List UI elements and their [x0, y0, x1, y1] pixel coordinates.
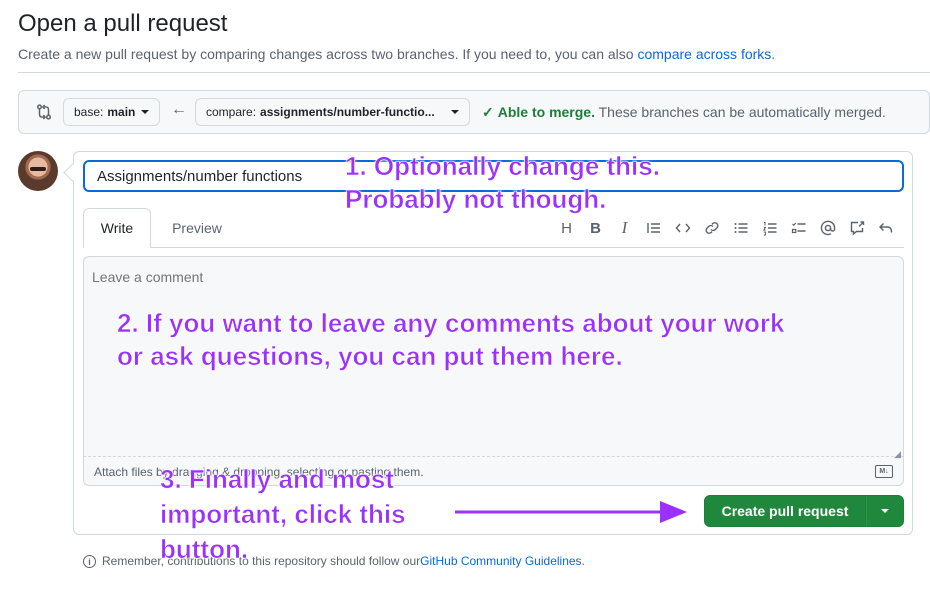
task-list-icon[interactable]: [784, 217, 813, 239]
divider: [18, 72, 930, 73]
chevron-down-icon: [451, 110, 459, 114]
page-title: Open a pull request: [18, 10, 228, 37]
italic-icon[interactable]: I: [610, 217, 639, 239]
compare-icon: [36, 104, 52, 120]
compare-branch-name: assignments/number-functio...: [260, 105, 435, 119]
annotation-3-line2: important, click this: [160, 499, 406, 530]
annotation-1: 1. Optionally change this. Probably not …: [345, 150, 661, 216]
community-guidelines-link[interactable]: GitHub Community Guidelines: [420, 554, 581, 568]
compare-label: compare:: [206, 105, 257, 119]
mention-icon[interactable]: [813, 217, 842, 239]
annotation-1-line2: Probably not though.: [345, 184, 607, 215]
check-icon: ✓: [482, 104, 494, 120]
code-icon[interactable]: [668, 217, 697, 239]
ordered-list-icon[interactable]: [755, 217, 784, 239]
merge-status: ✓ Able to merge. These branches can be au…: [482, 104, 886, 121]
heading-icon[interactable]: H: [552, 217, 581, 239]
tab-write[interactable]: Write: [83, 208, 151, 248]
info-icon: i: [83, 554, 96, 568]
subtitle-text: Create a new pull request by comparing c…: [18, 46, 638, 62]
create-options-dropdown[interactable]: [866, 495, 904, 527]
annotation-arrow-icon: [455, 501, 687, 523]
link-icon[interactable]: [697, 217, 726, 239]
subtitle-suffix: .: [771, 46, 776, 62]
markdown-toolbar: H B I: [552, 217, 900, 239]
base-label: base:: [74, 105, 104, 119]
annotation-3: 3. Finally and most important, click thi…: [160, 462, 406, 567]
resize-handle-icon[interactable]: ◢: [894, 449, 901, 460]
annotation-2-line1: 2. If you want to leave any comments abo…: [117, 308, 785, 339]
reference-icon[interactable]: [842, 217, 871, 239]
annotation-1-line1: 1. Optionally change this.: [345, 151, 661, 182]
undo-icon[interactable]: [871, 217, 900, 239]
base-branch-select[interactable]: base: main: [63, 98, 161, 126]
annotation-2: 2. If you want to leave any comments abo…: [117, 307, 785, 373]
chevron-down-icon: [141, 110, 150, 114]
quote-icon[interactable]: [639, 217, 668, 239]
arrow-left-icon: ←: [171, 101, 187, 118]
markdown-icon[interactable]: M↓: [875, 465, 893, 478]
create-pull-request-button[interactable]: Create pull request: [704, 495, 866, 527]
unordered-list-icon[interactable]: [726, 217, 755, 239]
page-subtitle: Create a new pull request by comparing c…: [18, 46, 775, 62]
annotation-2-line2: or ask questions, you can put them here.: [117, 341, 623, 372]
bold-icon[interactable]: B: [581, 217, 610, 239]
annotation-3-line1: 3. Finally and most: [160, 464, 395, 495]
chevron-down-icon: [881, 509, 889, 513]
branch-range-bar: base: main ← compare: assignments/number-f…: [18, 90, 930, 134]
merge-status-detail: These branches can be automatically merg…: [594, 104, 886, 120]
annotation-3-line3: button.: [160, 534, 249, 565]
base-branch-name: main: [107, 105, 136, 119]
tab-preview[interactable]: Preview: [160, 208, 234, 248]
merge-status-ok: Able to merge.: [497, 104, 595, 120]
compare-branch-select[interactable]: compare: assignments/number-functio...: [195, 98, 470, 126]
avatar[interactable]: [18, 151, 58, 191]
guidelines-suffix: .: [581, 554, 585, 568]
compare-across-forks-link[interactable]: compare across forks: [637, 46, 771, 62]
